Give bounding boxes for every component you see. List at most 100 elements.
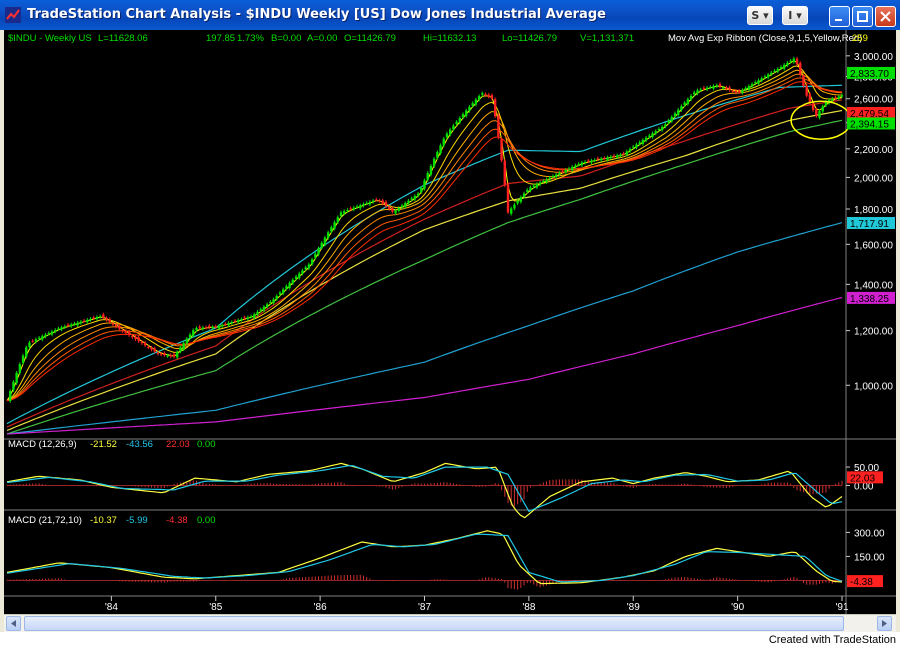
price-bar-body [596,158,600,160]
ema-ribbon-line [6,69,843,402]
price-bar-body [188,334,192,338]
annotation-circle [790,100,852,141]
price-bar-body [208,325,211,328]
price-bar-body [201,327,205,329]
macd-header-value: 0.00 [197,515,216,526]
price-bar-body [782,64,786,69]
price-bar-body [53,330,57,332]
price-label-text: 2,833.70 [850,69,889,80]
price-bar-body [760,78,763,81]
price-bar-body [179,347,182,352]
price-bar-body [558,173,561,175]
price-bar-body [98,316,102,318]
macd-header-value: 0.00 [197,439,216,450]
price-bar-body [580,162,584,166]
price-bar-body [673,113,677,117]
scroll-thumb[interactable] [24,616,844,631]
price-bar-body [153,348,156,352]
price-bar-body [689,95,693,100]
y-tick-label: 1,000.00 [854,381,893,392]
x-tick-label: '88 [522,602,535,613]
horizontal-scrollbar[interactable] [4,614,896,632]
price-bar-body [320,242,323,248]
price-bar-body [111,323,115,325]
price-bar-body [249,316,253,318]
price-bar-body [79,321,83,324]
price-header-field: O=11426.79 [344,33,396,44]
price-bar-body [150,347,153,350]
price-bar-body [587,160,590,162]
close-button[interactable] [875,6,896,27]
styles-menu-button[interactable]: S ▾ [747,6,773,25]
price-bar-body [612,155,616,157]
title-bar[interactable]: TradeStation Chart Analysis - $INDU Week… [0,0,900,30]
footer-credit: Created with TradeStation [768,634,896,646]
price-bar-body [837,96,840,99]
price-bar-body [744,88,747,90]
price-bar-body [89,318,92,320]
price-bar-body [359,205,362,209]
maximize-icon [857,11,868,22]
price-bar-body [702,87,706,89]
price-bar-body [73,323,76,325]
price-bar-body [522,193,526,197]
scroll-left-button[interactable] [6,616,21,631]
price-bar-body [741,90,744,93]
price-bar-body [375,199,378,201]
price-bar-body [95,317,99,320]
price-bar-body [391,208,394,212]
price-bar-body [458,117,462,123]
y-tick-label: 2,600.00 [854,95,893,106]
indicators-menu-button[interactable]: I ▾ [782,6,808,25]
price-bar-body [416,193,420,196]
price-bar-body [323,237,327,245]
price-bar-body [831,98,834,101]
price-bar-body [420,187,423,193]
price-bar-body [487,94,490,97]
price-bar-body [664,124,667,127]
price-bar-body [291,279,295,284]
price-bar-body [776,68,779,72]
price-bar-body [410,198,413,200]
price-bar-body [811,103,815,111]
price-label-text: 2,394.15 [850,119,889,130]
price-bar-body [37,337,41,339]
macd-header-value: -21.52 [90,439,117,450]
price-label-text: 1,338.25 [850,294,889,305]
chart-area[interactable]: 3,000.002,800.002,600.002,400.002,200.00… [4,30,896,614]
price-header-field: V=1,131,371 [580,33,634,44]
price-bar-body [590,160,593,163]
price-header-field: 1.73% [237,33,264,44]
price-bar-body [15,372,18,384]
price-bar-body [220,324,224,327]
price-bar-body [378,200,381,202]
price-bar-body [683,102,686,106]
price-bar-body [693,92,696,95]
signal-line [6,533,843,583]
price-bar-body [368,201,372,205]
price-bar-body [481,93,484,95]
window-title: TradeStation Chart Analysis - $INDU Week… [27,7,606,22]
scroll-right-button[interactable] [877,616,892,631]
maximize-button[interactable] [852,6,873,27]
x-tick-label: '86 [314,602,327,613]
price-bar-body [294,276,298,279]
price-bar-body [355,206,359,208]
price-bar-body [840,95,844,97]
macd-label-text: -4.38 [850,577,873,588]
y-tick-label: 1,200.00 [854,327,893,338]
macd-header-name: MACD (12,26,9) [8,439,77,450]
price-bar-body [754,82,757,84]
chart-canvas[interactable]: 3,000.002,800.002,600.002,400.002,200.00… [4,30,896,614]
moving-average-line [6,109,843,432]
price-bar-body [718,84,722,87]
price-bar-body [298,273,301,278]
price-bar-body [349,208,352,210]
price-bar-body [387,206,391,209]
price-bar-body [278,292,282,295]
price-bar-body [799,62,802,75]
price-bar-body [66,324,70,326]
moving-average-line [6,119,843,435]
price-bar-body [288,282,291,288]
minimize-button[interactable] [829,6,850,27]
